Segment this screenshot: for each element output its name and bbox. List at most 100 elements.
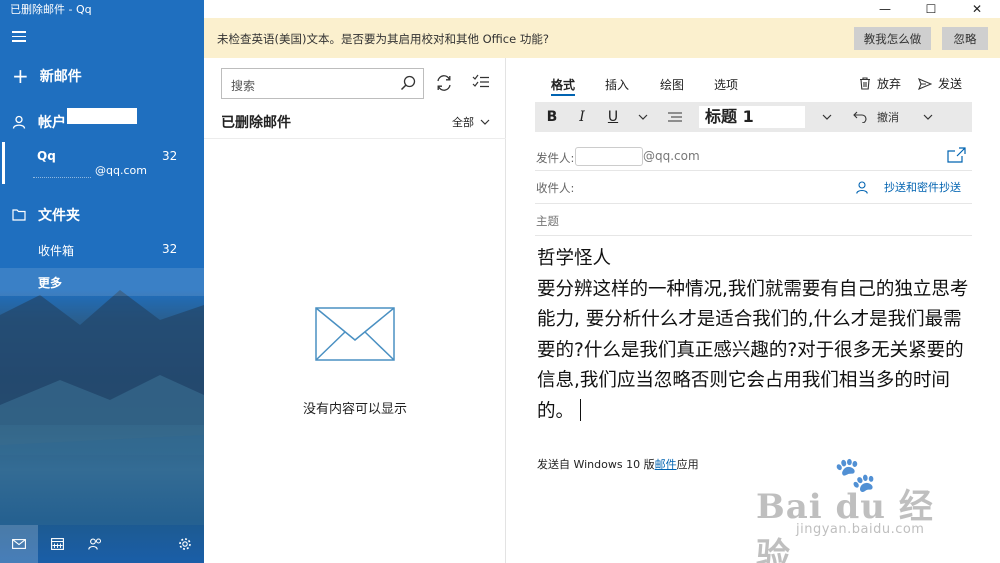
- body-title: 哲学怪人: [537, 248, 612, 269]
- mail-app-link[interactable]: 邮件: [655, 458, 677, 471]
- window-title: 已删除邮件 - Qq: [10, 3, 92, 16]
- close-button[interactable]: ✕: [954, 0, 1000, 18]
- style-dropdown[interactable]: [817, 102, 837, 132]
- tab-insert[interactable]: 插入: [605, 76, 629, 93]
- folder-title: 已删除邮件: [221, 115, 291, 131]
- chevron-down-icon: [822, 114, 832, 120]
- title-bar: — ☐ ✕: [204, 0, 1000, 18]
- ignore-button[interactable]: 忽略: [942, 27, 988, 50]
- redacted-account-name: [67, 108, 137, 124]
- cc-bcc-label: 抄送和密件抄送: [884, 181, 961, 194]
- redacted-from-user: [575, 147, 643, 166]
- inbox-label: 收件箱: [38, 244, 75, 258]
- folders-header[interactable]: 文件夹: [12, 205, 80, 225]
- undo-label: 撤消: [877, 111, 899, 124]
- cc-bcc-button[interactable]: 抄送和密件抄送: [856, 179, 961, 195]
- new-mail-button[interactable]: + 新邮件: [12, 66, 82, 86]
- account-email: @qq.com: [95, 164, 147, 177]
- ribbon-tabs: 格式 插入 绘图 选项 放弃 发送: [507, 58, 1000, 98]
- text-cursor: [580, 398, 582, 421]
- body-paragraph: 要分辨这样的一种情况,我们就需要有自己的独立思考能力, 要分析什么才是适合我们的…: [537, 278, 969, 422]
- paragraph-format-button[interactable]: [663, 102, 687, 132]
- envelope-icon: [315, 307, 395, 361]
- subject-field[interactable]: 主题: [536, 213, 559, 229]
- from-domain: @qq.com: [643, 149, 700, 163]
- message-list-pane: 搜索 已删除邮件 全部 没有内容可以显示: [204, 58, 506, 563]
- navigation-pane: 已删除邮件 - Qq + 新邮件 帐户 Qq 32 @qq.com 文件夹 收件…: [0, 0, 204, 563]
- minimize-button[interactable]: —: [862, 0, 908, 18]
- undo-icon: [853, 111, 867, 123]
- discard-button[interactable]: 放弃: [859, 75, 901, 92]
- paragraph-icon: [668, 112, 682, 122]
- account-unread-count: 32: [162, 149, 178, 163]
- font-options-dropdown[interactable]: [634, 102, 652, 132]
- maximize-button[interactable]: ☐: [908, 0, 954, 18]
- to-divider: [535, 203, 972, 204]
- gear-icon: [179, 538, 191, 550]
- empty-state-message: 没有内容可以显示: [302, 402, 407, 417]
- more-label: 更多: [38, 276, 63, 290]
- sync-icon[interactable]: [435, 74, 453, 92]
- settings-button[interactable]: [166, 525, 204, 563]
- new-mail-label: 新邮件: [39, 69, 82, 85]
- inbox-count: 32: [162, 242, 178, 256]
- format-toolbar: B I U 标题 1 撤消: [535, 102, 972, 132]
- search-icon[interactable]: [400, 75, 416, 91]
- folder-item-more[interactable]: 更多: [0, 268, 204, 296]
- chevron-down-icon[interactable]: [923, 114, 933, 120]
- hamburger-menu-icon[interactable]: [12, 31, 26, 43]
- selection-mode-icon[interactable]: [472, 74, 490, 90]
- search-placeholder: 搜索: [231, 79, 256, 93]
- teach-me-button[interactable]: 教我怎么做: [854, 27, 931, 50]
- account-item-qq[interactable]: Qq 32 @qq.com: [0, 142, 204, 184]
- selection-indicator: [2, 142, 5, 184]
- chevron-down-icon: [638, 114, 648, 120]
- signature: 发送自 Windows 10 版邮件应用: [537, 456, 699, 472]
- tab-draw[interactable]: 绘图: [660, 76, 684, 93]
- mail-app-button[interactable]: [0, 525, 38, 563]
- search-box[interactable]: 搜索: [221, 68, 424, 99]
- calendar-app-button[interactable]: [38, 525, 76, 563]
- from-label: 发件人:: [536, 151, 575, 165]
- tab-options[interactable]: 选项: [714, 76, 738, 93]
- send-label: 发送: [938, 77, 963, 91]
- italic-button[interactable]: I: [571, 102, 593, 132]
- from-divider: [535, 170, 972, 171]
- people-app-button[interactable]: [76, 525, 114, 563]
- underline-button[interactable]: U: [602, 102, 624, 132]
- folder-icon: [12, 209, 26, 221]
- style-selector[interactable]: 标题 1: [699, 106, 805, 128]
- send-button[interactable]: 发送: [918, 75, 962, 92]
- account-name: Qq: [37, 149, 56, 163]
- bold-button[interactable]: B: [541, 102, 563, 132]
- subject-divider: [535, 235, 972, 236]
- send-icon: [918, 77, 932, 90]
- filter-dropdown[interactable]: 全部: [452, 114, 490, 130]
- app-switcher-bar: [0, 525, 204, 563]
- calendar-icon: [50, 538, 64, 550]
- mail-icon: [12, 539, 26, 549]
- discard-label: 放弃: [877, 77, 902, 91]
- signature-suffix: 应用: [676, 458, 699, 471]
- watermark-logo: Bai du 经验: [756, 487, 934, 563]
- people-icon: [87, 538, 101, 550]
- folders-label: 文件夹: [38, 208, 80, 224]
- divider: [204, 138, 506, 139]
- window-controls: — ☐ ✕: [862, 0, 1000, 18]
- tab-format[interactable]: 格式: [551, 76, 575, 93]
- trash-icon: [860, 77, 870, 90]
- active-tab-indicator: [551, 94, 575, 96]
- chevron-down-icon: [480, 119, 490, 125]
- accounts-header[interactable]: 帐户: [12, 112, 66, 132]
- message-body[interactable]: 哲学怪人 要分辨这样的一种情况,我们就需要有自己的独立思考能力, 要分析什么才是…: [537, 244, 977, 427]
- mountain-background: [0, 290, 204, 525]
- undo-button[interactable]: 撤消: [853, 102, 933, 132]
- folder-item-inbox[interactable]: 收件箱 32: [0, 238, 204, 262]
- redacted-email-user: [33, 164, 91, 178]
- watermark-url: jingyan.baidu.com: [796, 522, 925, 537]
- plus-icon: +: [12, 64, 29, 88]
- popout-icon[interactable]: [947, 147, 966, 163]
- baidu-jingyan-watermark: 🐾 Bai du 经验 jingyan.baidu.com: [756, 455, 956, 563]
- signature-prefix: 发送自 Windows 10 版: [537, 458, 655, 471]
- person-icon: [856, 180, 868, 194]
